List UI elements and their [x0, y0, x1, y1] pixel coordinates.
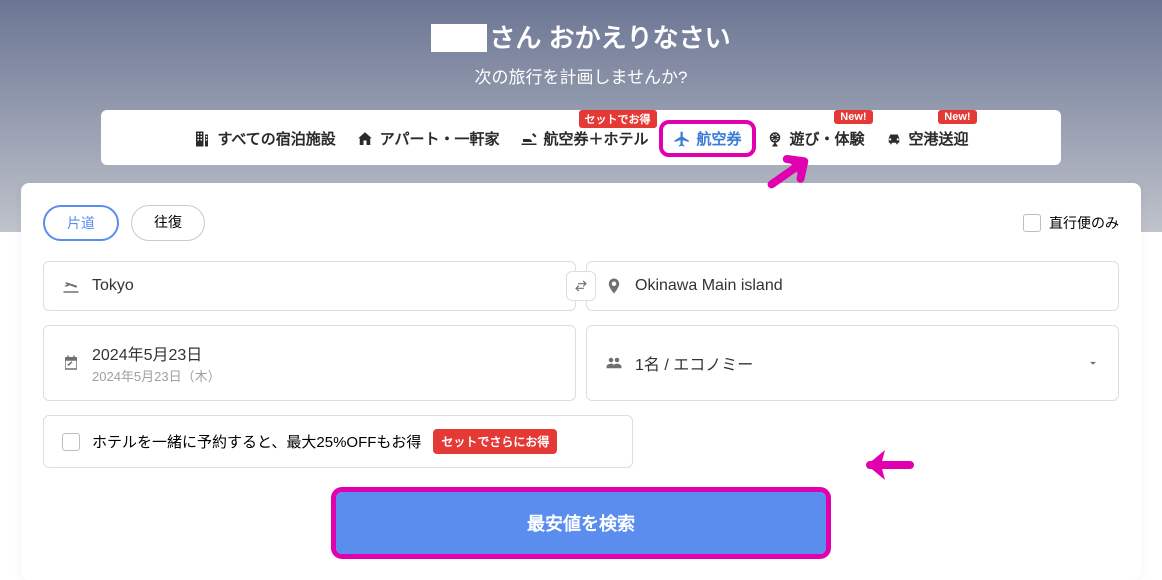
date-main: 2024年5月23日 — [92, 341, 221, 365]
passengers-field[interactable]: 1名 / エコノミー — [586, 325, 1119, 401]
roundtrip-chip[interactable]: 往復 — [131, 205, 205, 241]
ferris-wheel-icon — [766, 130, 784, 148]
oneway-chip[interactable]: 片道 — [43, 205, 119, 241]
hero-subtitle: 次の旅行を計画しませんか? — [0, 63, 1162, 88]
tab-label: アパート・一軒家 — [380, 128, 500, 149]
checkbox-icon — [1023, 214, 1041, 232]
pax-value: 1名 / エコノミー — [635, 351, 753, 375]
house-icon — [356, 130, 374, 148]
building-icon — [193, 130, 211, 148]
bundle-badge: セットでさらにお得 — [433, 429, 557, 454]
people-icon — [605, 354, 623, 372]
tab-accommodations[interactable]: すべての宿泊施設 — [183, 124, 345, 153]
tab-label: 航空券 — [697, 128, 742, 149]
chevron-down-icon — [1086, 356, 1100, 370]
calendar-icon — [62, 354, 80, 372]
checkbox-icon — [62, 433, 80, 451]
direct-only-checkbox[interactable]: 直行便のみ — [1023, 213, 1119, 233]
bundle-hotel-checkbox[interactable]: ホテルを一緒に予約すると、最大25%OFFもお得 セットでさらにお得 — [43, 415, 633, 468]
pin-icon — [605, 277, 623, 295]
tab-homes[interactable]: アパート・一軒家 — [346, 124, 510, 153]
tab-label: 空港送迎 — [909, 128, 969, 149]
destination-field[interactable]: Okinawa Main island — [586, 261, 1119, 311]
swap-icon — [574, 279, 588, 293]
bundle-label: ホテルを一緒に予約すると、最大25%OFFもお得 — [92, 431, 421, 452]
tab-label: 遊び・体験 — [790, 128, 865, 149]
date-field[interactable]: 2024年5月23日 2024年5月23日（木） — [43, 325, 576, 401]
car-icon — [885, 130, 903, 148]
tab-label: 航空券＋ホテル — [544, 128, 649, 149]
deal-badge: セットでお得 — [579, 110, 657, 128]
tab-flights[interactable]: 航空券 — [659, 120, 756, 157]
tab-transfer[interactable]: New! 空港送迎 — [875, 124, 979, 153]
origin-value: Tokyo — [92, 277, 134, 295]
bed-plane-icon — [520, 130, 538, 148]
destination-value: Okinawa Main island — [635, 277, 783, 295]
date-sub: 2024年5月23日（木） — [92, 366, 221, 385]
search-button[interactable]: 最安値を検索 — [336, 492, 826, 554]
category-tabs: すべての宿泊施設 アパート・一軒家 セットでお得 航空券＋ホテル 航空券 New… — [101, 110, 1061, 165]
new-badge: New! — [938, 110, 976, 124]
search-panel: 片道 往復 直行便のみ Tokyo Okinawa Main island 20… — [21, 183, 1141, 580]
plane-takeoff-icon — [62, 277, 80, 295]
name-mask — [431, 24, 487, 52]
trip-type-group: 片道 往復 — [43, 205, 205, 241]
tab-activities[interactable]: New! 遊び・体験 — [756, 124, 875, 153]
origin-field[interactable]: Tokyo — [43, 261, 576, 311]
swap-button[interactable] — [566, 271, 596, 301]
direct-label: 直行便のみ — [1049, 213, 1119, 233]
new-badge: New! — [834, 110, 872, 124]
greeting: さん おかえりなさい — [0, 18, 1162, 55]
tab-label: すべての宿泊施設 — [217, 128, 335, 149]
hero: さん おかえりなさい 次の旅行を計画しませんか? — [0, 0, 1162, 110]
plane-icon — [673, 130, 691, 148]
tab-flight-hotel[interactable]: セットでお得 航空券＋ホテル — [510, 124, 659, 153]
